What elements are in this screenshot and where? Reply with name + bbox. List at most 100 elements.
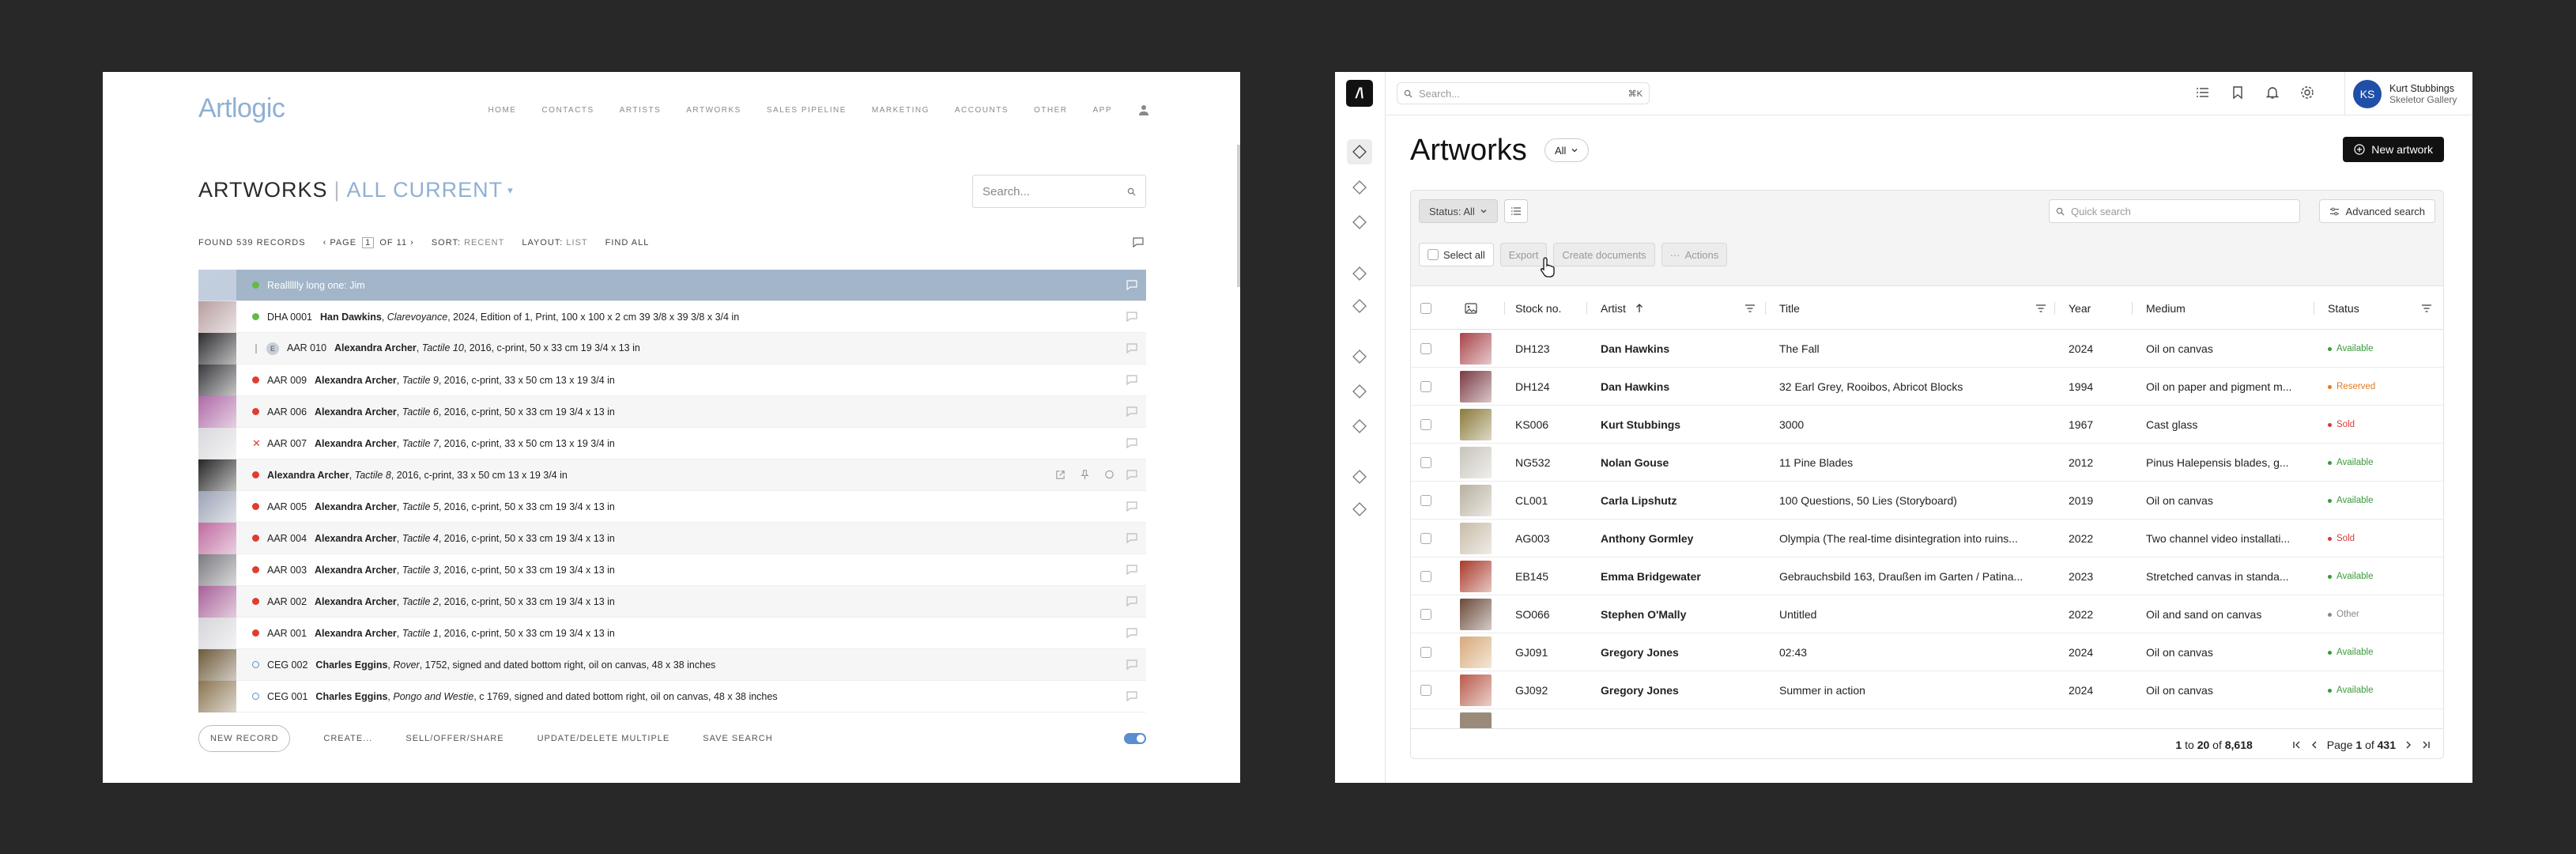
artwork-thumbnail[interactable] [1460,712,1492,728]
sidebar-item-5[interactable] [1351,297,1368,315]
chevron-down-icon[interactable]: ▾ [507,184,514,197]
actions-menu-button[interactable]: ··· Actions [1661,243,1728,266]
artwork-thumbnail[interactable] [198,269,236,301]
status-column-header[interactable]: Status [2328,286,2359,330]
sort-value[interactable]: RECENT [464,238,504,248]
nav-sales-pipeline[interactable]: SALES PIPELINE [767,106,847,115]
nav-app[interactable]: APP [1092,106,1112,115]
prev-page-icon[interactable] [2310,740,2319,750]
table-row[interactable]: GJ092 Gregory Jones Summer in action 2024 Oi… [1411,671,2443,709]
artwork-thumbnail[interactable] [198,490,236,523]
app-logo[interactable]: /\ [1346,80,1373,107]
column-divider[interactable] [2054,302,2055,315]
title-column-header[interactable]: Title [1779,286,1800,330]
nav-other[interactable]: OTHER [1034,106,1068,115]
row-checkbox[interactable] [1420,533,1431,544]
row-checkbox[interactable] [1420,495,1431,506]
artwork-thumbnail[interactable] [1460,637,1492,668]
artwork-thumbnail[interactable] [198,395,236,428]
table-row[interactable]: SO066 Stephen O'Mally Untitled 2022 Oil and … [1411,595,2443,633]
table-row[interactable]: CL001 Carla Lipshutz 100 Questions, 50 Lie… [1411,482,2443,520]
open-external-icon[interactable] [1055,470,1065,480]
first-page-icon[interactable] [2292,740,2302,750]
flag-icon[interactable] [1126,501,1138,512]
flag-icon[interactable] [1126,312,1138,323]
row-checkbox[interactable] [1420,381,1431,392]
artwork-thumbnail[interactable] [198,522,236,554]
table-row[interactable] [1411,709,2443,728]
artwork-thumbnail[interactable] [198,554,236,586]
artwork-thumbnail[interactable] [1460,371,1492,402]
flag-icon[interactable] [1132,237,1145,248]
list-item[interactable]: AAR 003 Alexandra Archer, Tactile 3, 2016… [198,554,1146,586]
sell-offer-share-menu[interactable]: SELL/OFFER/SHARE [405,734,504,743]
artwork-thumbnail[interactable] [198,617,236,649]
next-page-icon[interactable] [2404,740,2413,750]
list-item[interactable]: Alexandra Archer, Tactile 8, 2016, c-pri… [198,459,1146,491]
flag-icon[interactable] [1126,628,1138,639]
search-input[interactable]: Search... [972,175,1146,208]
table-row[interactable]: EB145 Emma Bridgewater Gebrauchsbild 163, … [1411,557,2443,595]
table-row[interactable]: KS006 Kurt Stubbings 3000 1967 Cast glass Sol… [1411,406,2443,444]
list-item[interactable]: CEG 002 Charles Eggins, Rover, 1752, sign… [198,648,1146,681]
artwork-thumbnail[interactable] [198,300,236,333]
comment-icon[interactable] [1104,470,1115,480]
flag-icon[interactable] [1126,406,1138,418]
row-checkbox[interactable] [1420,457,1431,468]
list-item[interactable]: E AAR 010 Alexandra Archer, Tactile 10, 20… [198,332,1146,365]
select-all-checkbox[interactable] [1428,249,1439,260]
flag-icon[interactable] [1126,438,1138,449]
list-item[interactable]: AAR 001 Alexandra Archer, Tactile 1, 2016… [198,617,1146,649]
artwork-thumbnail[interactable] [198,680,236,712]
layout-control[interactable]: LAYOUT: LIST [522,238,587,248]
artwork-thumbnail[interactable] [1460,409,1492,440]
flag-icon[interactable] [1126,565,1138,576]
quick-search-input[interactable]: Quick search [2049,199,2300,223]
row-checkbox[interactable] [1420,571,1431,582]
column-divider[interactable] [1586,302,1587,315]
new-record-button[interactable]: NEW RECORD [198,725,291,752]
flag-icon[interactable] [1126,596,1138,607]
user-icon[interactable] [1137,104,1150,116]
create-menu[interactable]: CREATE... [323,734,372,743]
sidebar-item-7[interactable] [1351,383,1368,400]
list-item[interactable]: AAR 004 Alexandra Archer, Tactile 4, 2016… [198,522,1146,554]
artwork-thumbnail[interactable] [1460,333,1492,365]
row-checkbox[interactable] [1420,609,1431,620]
flag-icon[interactable] [1126,533,1138,544]
sidebar-item-2[interactable] [1351,179,1368,196]
artwork-thumbnail[interactable] [1460,523,1492,554]
artwork-thumbnail[interactable] [1460,447,1492,478]
page-number-input[interactable]: 1 [362,237,375,248]
gear-icon[interactable] [2300,85,2314,100]
artwork-thumbnail[interactable] [198,364,236,396]
create-documents-button[interactable]: Create documents [1553,243,1655,266]
medium-column-header[interactable]: Medium [2146,286,2186,330]
table-row[interactable]: DH124 Dan Hawkins 32 Earl Grey, Rooibos, A… [1411,368,2443,406]
list-item[interactable]: ✕ AAR 007 Alexandra Archer, Tactile 7, 201… [198,427,1146,459]
select-all-button[interactable]: Select all [1419,243,1494,266]
list-item[interactable]: AAR 005 Alexandra Archer, Tactile 5, 2016… [198,490,1146,523]
nav-accounts[interactable]: ACCOUNTS [955,106,1009,115]
layout-value[interactable]: LIST [566,238,587,248]
artwork-thumbnail[interactable] [198,459,236,491]
list-item[interactable]: AAR 006 Alexandra Archer, Tactile 6, 2016… [198,395,1146,428]
artist-column-header[interactable]: Artist [1601,286,1643,330]
artist-filter-button[interactable] [1744,286,1756,330]
column-divider[interactable] [1504,302,1505,315]
artwork-thumbnail[interactable] [198,648,236,681]
nav-artworks[interactable]: ARTWORKS [686,106,741,115]
sidebar-item-6[interactable] [1351,348,1368,365]
last-page-icon[interactable] [2421,740,2431,750]
table-row[interactable]: GJ091 Gregory Jones 02:43 2024 Oil on canvas… [1411,633,2443,671]
row-checkbox[interactable] [1420,685,1431,696]
bell-icon[interactable] [2265,85,2280,100]
pin-icon[interactable] [1080,470,1090,480]
row-checkbox[interactable] [1420,343,1431,354]
flag-icon[interactable] [1126,659,1138,671]
sort-ascending-icon[interactable] [1635,303,1643,313]
list-icon[interactable] [2196,85,2210,100]
update-delete-menu[interactable]: UPDATE/DELETE MULTIPLE [537,734,670,743]
sidebar-item-3[interactable] [1351,214,1368,231]
title-filter-button[interactable] [2035,286,2046,330]
